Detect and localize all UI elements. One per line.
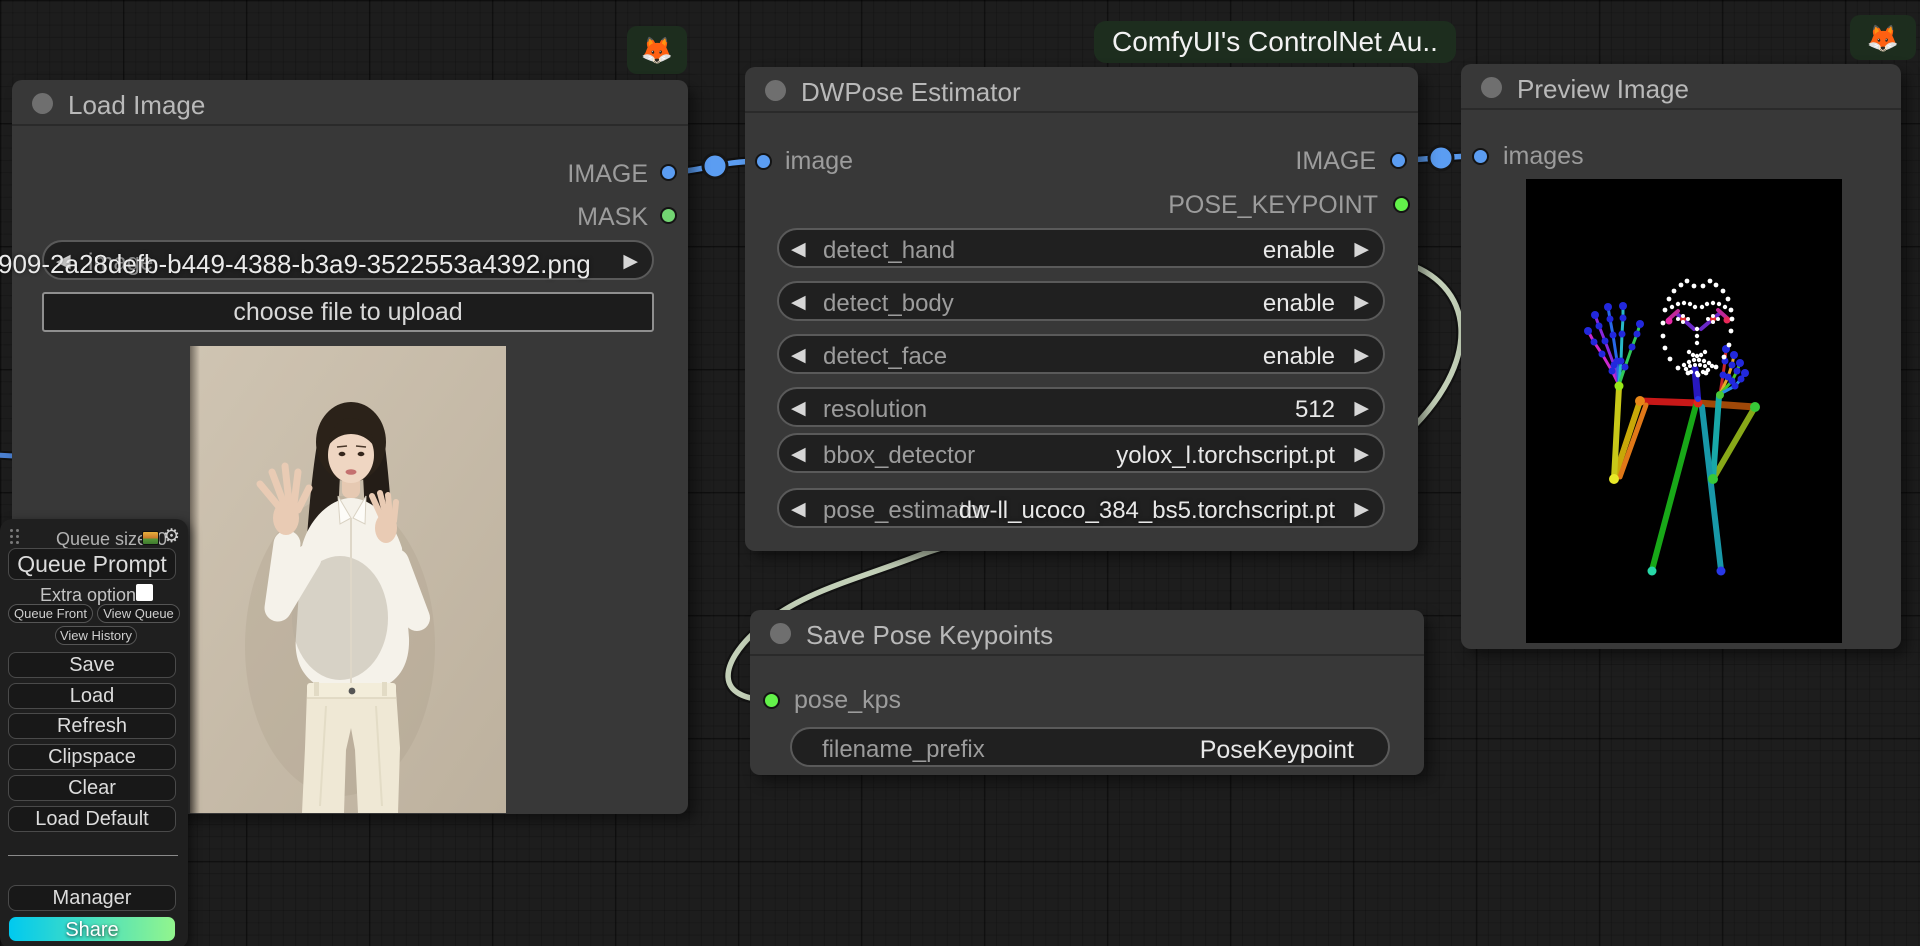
left-arrow-icon[interactable]: ◀ (791, 443, 806, 466)
widget-detect-body[interactable]: ◀ detect_body enable ▶ (777, 281, 1385, 321)
widget-filename-prefix[interactable]: filename_prefix PoseKeypoint (790, 727, 1390, 767)
gear-icon[interactable]: ⚙ (163, 527, 180, 546)
output-dot-image[interactable] (660, 164, 677, 181)
output-dot-image[interactable] (1390, 152, 1407, 169)
widget-image-filename[interactable]: ◀ image 909-2a28defb-b449-4388-b3a9-3522… (42, 240, 654, 280)
node-title: Save Pose Keypoints (806, 620, 1053, 651)
widget-label: detect_face (823, 343, 947, 371)
pose-preview-image (1526, 179, 1842, 643)
queue-front-button[interactable]: Queue Front (8, 604, 93, 623)
node-title: Load Image (68, 90, 205, 121)
widget-value: PoseKeypoint (1200, 736, 1354, 765)
input-label-images: images (1503, 142, 1584, 171)
input-dot-pose-kps[interactable] (763, 692, 780, 709)
widget-bbox-detector[interactable]: ◀ bbox_detector yolox_l.torchscript.pt ▶ (777, 433, 1385, 473)
right-arrow-icon[interactable]: ▶ (1354, 443, 1369, 466)
node-title: DWPose Estimator (801, 77, 1021, 108)
output-label-mask: MASK (577, 203, 648, 232)
right-arrow-icon[interactable]: ▶ (1354, 238, 1369, 261)
node-load-image-titlebar[interactable]: Load Image (12, 80, 688, 126)
widget-value: enable (1263, 290, 1335, 318)
output-dot-pose-keypoint[interactable] (1393, 196, 1410, 213)
widget-label: detect_hand (823, 237, 955, 265)
save-button[interactable]: Save (8, 652, 176, 678)
view-queue-button[interactable]: View Queue (97, 604, 180, 623)
input-dot-images[interactable] (1472, 148, 1489, 165)
left-arrow-icon[interactable]: ◀ (791, 291, 806, 314)
left-arrow-icon[interactable]: ◀ (791, 498, 806, 521)
node-preview-titlebar[interactable]: Preview Image (1461, 64, 1901, 110)
comfyui-canvas[interactable]: { "icons": { "fox": "🦊", "gear": "⚙", "l… (0, 0, 1920, 946)
output-dot-mask[interactable] (660, 207, 677, 224)
extra-options-checkbox[interactable] (136, 584, 153, 601)
input-label-pose-kps: pose_kps (794, 686, 901, 715)
left-arrow-icon[interactable]: ◀ (791, 238, 806, 261)
clear-button[interactable]: Clear (8, 775, 176, 801)
right-arrow-icon[interactable]: ▶ (1354, 291, 1369, 314)
node-title: Preview Image (1517, 74, 1689, 105)
collapse-dot-icon[interactable] (1481, 77, 1502, 98)
collapse-dot-icon[interactable] (32, 93, 53, 114)
right-arrow-icon[interactable]: ▶ (1354, 397, 1369, 420)
manager-button[interactable]: Manager (8, 885, 176, 911)
right-arrow-icon[interactable]: ▶ (623, 250, 638, 273)
node-dwpose-estimator[interactable]: DWPose Estimator image IMAGE POSE_KEYPOI… (745, 67, 1418, 551)
widget-value: yolox_l.torchscript.pt (1116, 442, 1335, 470)
drag-handle-icon[interactable] (10, 529, 20, 545)
widget-label: filename_prefix (822, 736, 985, 764)
widget-label: bbox_detector (823, 442, 975, 470)
node-save-pose-keypoints[interactable]: Save Pose Keypoints pose_kps filename_pr… (750, 610, 1424, 775)
output-label-image: IMAGE (567, 160, 648, 189)
widget-detect-face[interactable]: ◀ detect_face enable ▶ (777, 334, 1385, 374)
widget-label: resolution (823, 396, 927, 424)
right-arrow-icon[interactable]: ▶ (1354, 498, 1369, 521)
widget-pose-estimator[interactable]: ◀ pose_estimator dw-ll_ucoco_384_bs5.tor… (777, 488, 1385, 528)
widget-value: enable (1263, 237, 1335, 265)
right-arrow-icon[interactable]: ▶ (1354, 344, 1369, 367)
widget-value: dw-ll_ucoco_384_bs5.torchscript.pt (959, 497, 1335, 525)
queue-menu-panel[interactable]: Queue size: 0 ⚙ Queue Prompt Extra optio… (0, 519, 188, 946)
widget-resolution[interactable]: ◀ resolution 512 ▶ (777, 387, 1385, 427)
widget-value: 512 (1295, 396, 1335, 424)
menu-divider (8, 855, 178, 856)
gallery-icon[interactable] (142, 531, 159, 545)
left-arrow-icon[interactable]: ◀ (791, 344, 806, 367)
queue-prompt-button[interactable]: Queue Prompt (8, 548, 176, 580)
view-history-button[interactable]: View History (55, 626, 137, 645)
collapse-dot-icon[interactable] (770, 623, 791, 644)
node-dwpose-titlebar[interactable]: DWPose Estimator (745, 67, 1418, 113)
collapse-dot-icon[interactable] (765, 80, 786, 101)
input-dot-image[interactable] (755, 153, 772, 170)
widget-label: detect_body (823, 290, 954, 318)
refresh-button[interactable]: Refresh (8, 713, 176, 739)
input-label-image: image (785, 147, 853, 176)
node-save-pose-titlebar[interactable]: Save Pose Keypoints (750, 610, 1424, 656)
left-arrow-icon[interactable]: ◀ (791, 397, 806, 420)
widget-value-filename: 909-2a28defb-b449-4388-b3a9-3522553a4392… (0, 249, 591, 280)
load-button[interactable]: Load (8, 683, 176, 709)
share-button[interactable]: Share (8, 916, 176, 942)
choose-file-button[interactable]: choose file to upload (42, 292, 654, 332)
output-label-pose-keypoint: POSE_KEYPOINT (1168, 191, 1378, 220)
node-preview-image[interactable]: Preview Image images (1461, 64, 1901, 649)
widget-detect-hand[interactable]: ◀ detect_hand enable ▶ (777, 228, 1385, 268)
widget-value: enable (1263, 343, 1335, 371)
loaded-image-preview (190, 346, 506, 813)
output-label-image: IMAGE (1295, 147, 1376, 176)
load-default-button[interactable]: Load Default (8, 806, 176, 832)
clipspace-button[interactable]: Clipspace (8, 744, 176, 770)
extra-options-label: Extra options (40, 585, 145, 606)
